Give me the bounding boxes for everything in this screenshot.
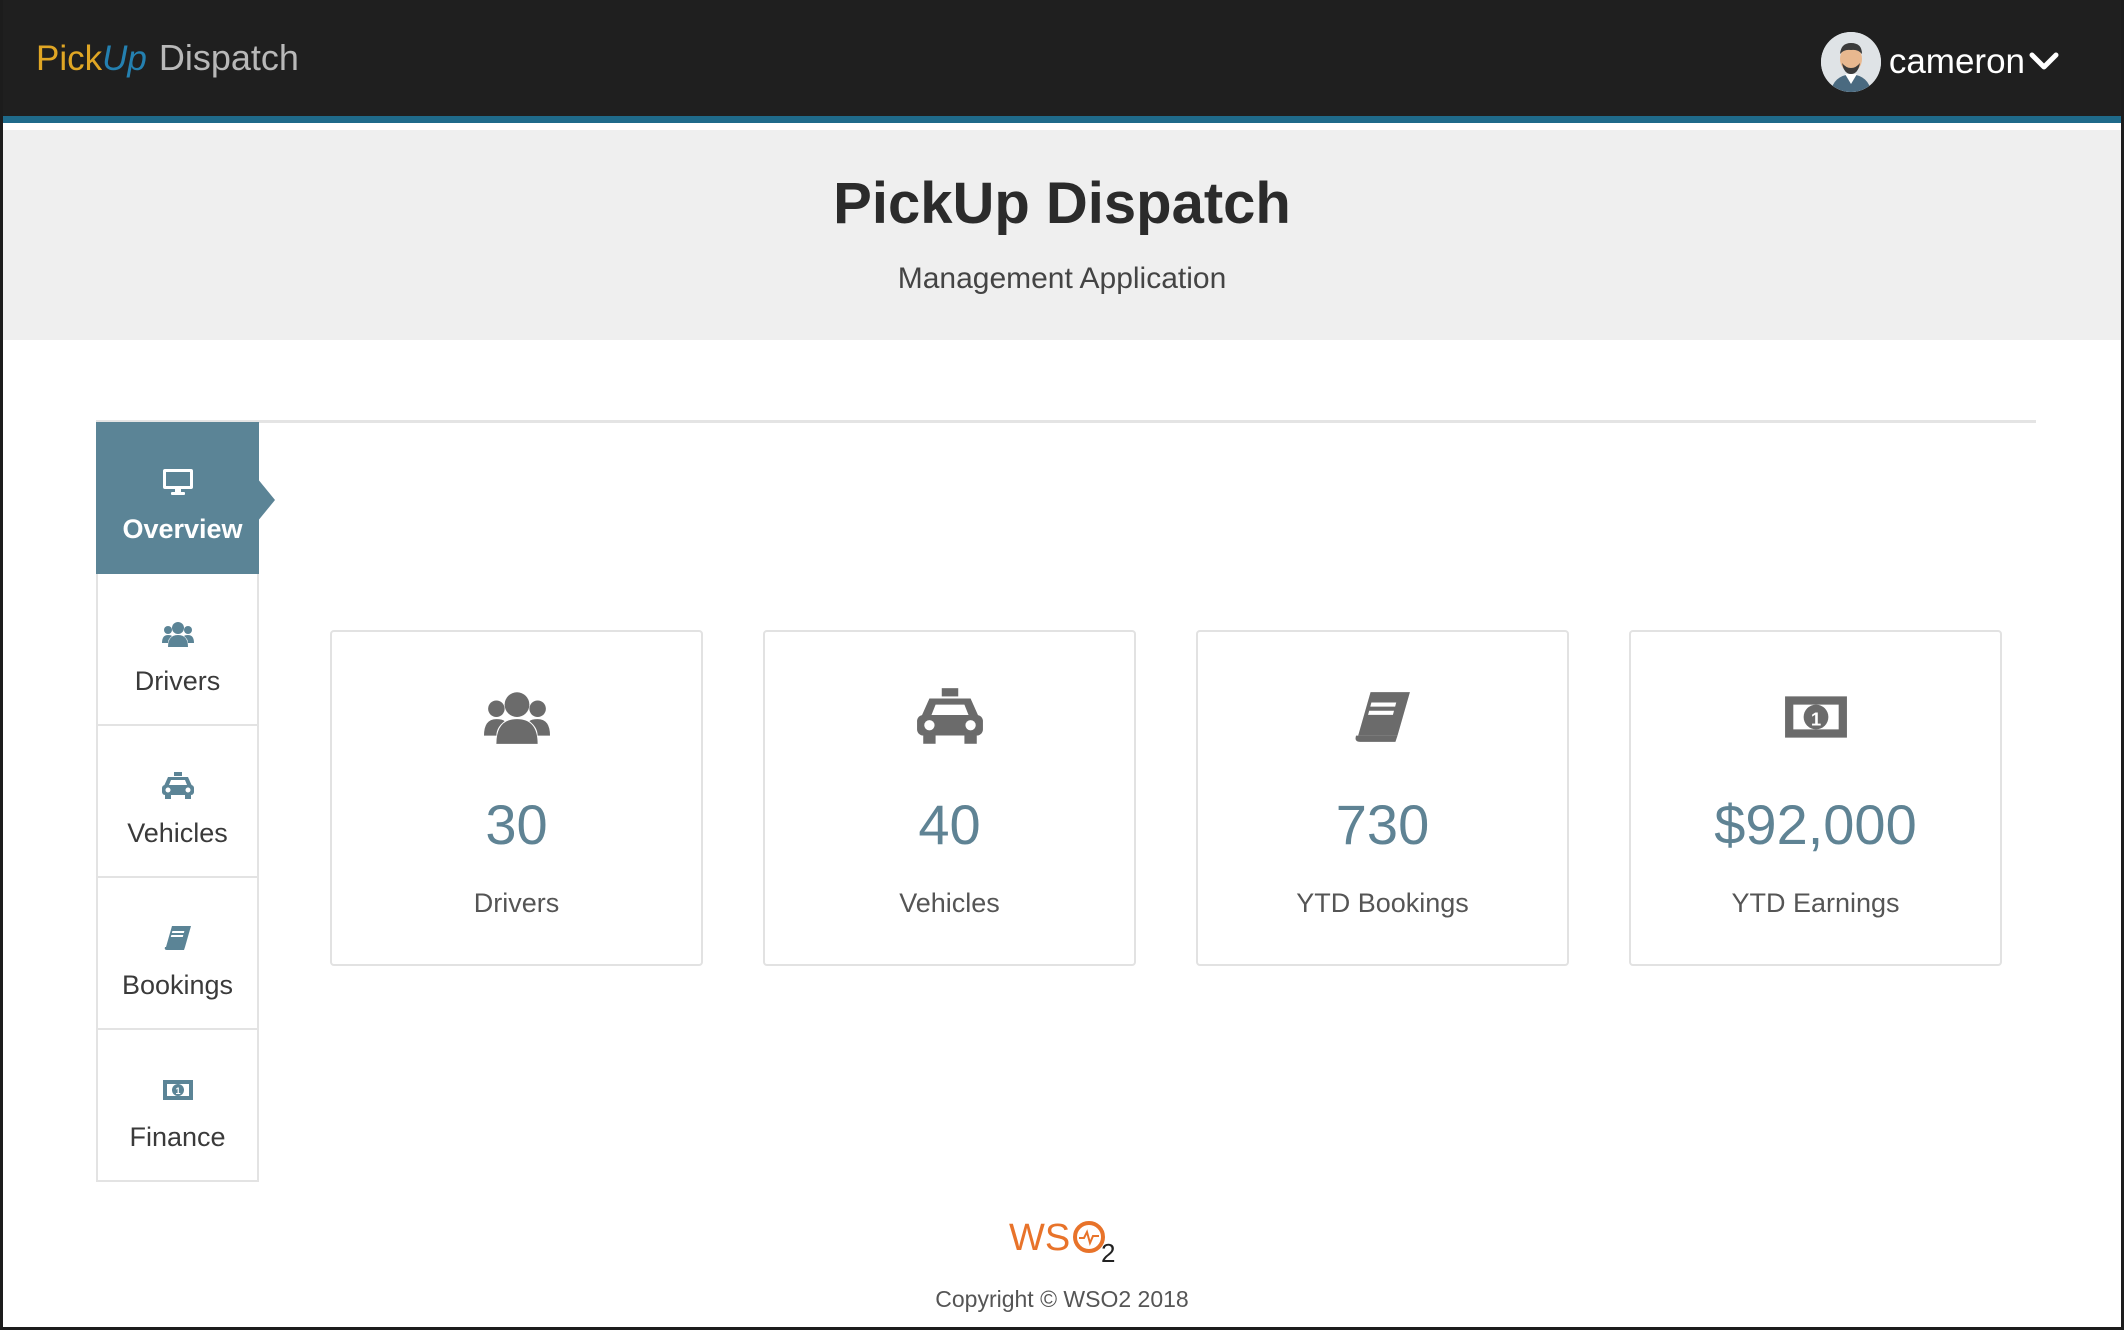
stat-card-bookings: 730 YTD Bookings (1196, 630, 1569, 966)
svg-text:WS: WS (1009, 1217, 1070, 1259)
tab-overview[interactable]: Overview (96, 422, 275, 574)
tab-vehicles[interactable]: Vehicles (96, 726, 259, 878)
stat-card-earnings: 1 $92,000 YTD Earnings (1629, 630, 2002, 966)
money-icon: 1 (162, 1074, 194, 1106)
user-avatar[interactable] (1820, 32, 1881, 92)
users-icon (161, 618, 194, 650)
tab-drivers[interactable]: Drivers (96, 574, 259, 726)
users-icon (332, 682, 701, 752)
brand-up-text: Up (102, 39, 147, 78)
money-icon: 1 (1631, 682, 2000, 752)
stat-label: Drivers (473, 888, 560, 918)
taxi-icon (161, 770, 195, 802)
stat-card-vehicles: 40 Vehicles (763, 630, 1136, 966)
svg-text:2: 2 (1101, 1238, 1115, 1264)
tab-finance[interactable]: 1 Finance (96, 1030, 259, 1182)
brand-dispatch-text: Dispatch (158, 37, 299, 78)
tab-label: Overview (122, 514, 243, 544)
tab-label: Bookings (121, 970, 234, 1000)
stat-label: YTD Bookings (1296, 888, 1469, 918)
tab-label: Vehicles (127, 818, 228, 848)
tab-label: Drivers (134, 666, 221, 696)
stat-label: Vehicles (899, 888, 1000, 918)
svg-text:1: 1 (175, 1086, 180, 1096)
book-icon (1198, 682, 1567, 752)
page-header: PickUp Dispatch Management Application (3, 130, 2121, 340)
brand-pick-text: Pick (36, 39, 103, 78)
tab-label: Finance (129, 1122, 226, 1152)
stat-label: YTD Earnings (1731, 888, 1900, 918)
wso2-logo: WS 2 (1009, 1212, 1121, 1269)
side-tabs: Overview Drivers Vehicles Bookings 1 Fin… (96, 422, 275, 1182)
svg-text:1: 1 (1810, 708, 1820, 729)
user-name[interactable]: cameron (1889, 42, 2025, 82)
stat-value: 730 (1335, 793, 1430, 856)
page-title: PickUp Dispatch (833, 171, 1291, 236)
stat-value: 40 (918, 793, 981, 856)
page-subtitle: Management Application (897, 262, 1227, 295)
top-navbar: Pick Up Dispatch cameron (3, 0, 2121, 123)
chevron-down-icon[interactable] (2029, 51, 2059, 78)
monitor-icon (162, 466, 194, 498)
tab-bookings[interactable]: Bookings (96, 878, 259, 1030)
user-menu-toggle[interactable]: cameron (1820, 32, 2059, 92)
stat-value: $92,000 (1714, 793, 1917, 856)
stat-value: 30 (485, 793, 548, 856)
copyright-text: Copyright © WSO2 2018 (935, 1286, 1189, 1312)
brand-logo[interactable]: Pick Up Dispatch (36, 38, 299, 79)
taxi-icon (765, 682, 1134, 752)
stat-card-drivers: 30 Drivers (330, 630, 703, 966)
tab-panel-top-border (96, 420, 2036, 423)
book-icon (164, 922, 192, 954)
